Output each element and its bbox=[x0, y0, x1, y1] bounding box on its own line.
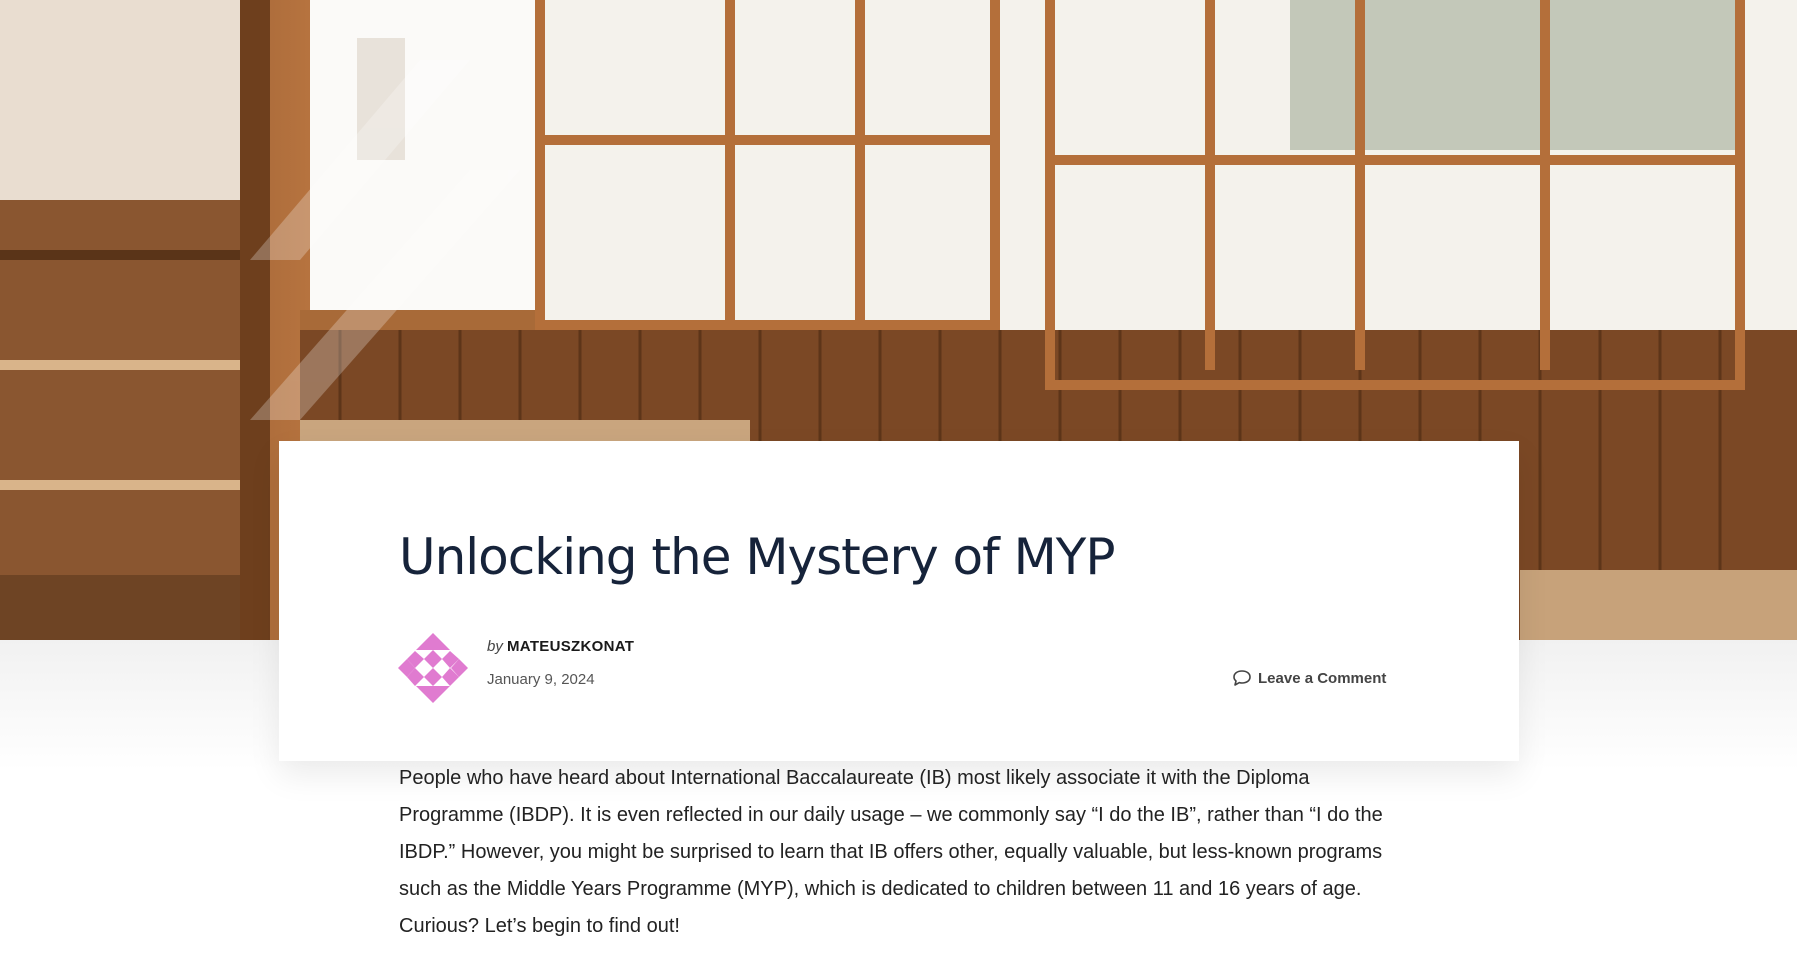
author-avatar[interactable] bbox=[398, 633, 468, 703]
leave-comment-link[interactable]: Leave a Comment bbox=[1232, 669, 1386, 687]
by-label: by bbox=[487, 638, 503, 655]
author-link[interactable]: MATEUSZKONAT bbox=[507, 638, 634, 655]
post-intro-paragraph: People who have heard about Internationa… bbox=[399, 767, 1383, 937]
post-date: January 9, 2024 bbox=[487, 671, 595, 688]
speech-bubble-icon bbox=[1233, 670, 1251, 686]
post-title: Unlocking the Mystery of MYP bbox=[399, 528, 1115, 586]
post-header-card bbox=[279, 441, 1519, 761]
byline: by MATEUSZKONAT bbox=[487, 638, 634, 655]
identicon-icon bbox=[398, 633, 468, 703]
leave-comment-label: Leave a Comment bbox=[1258, 669, 1387, 687]
